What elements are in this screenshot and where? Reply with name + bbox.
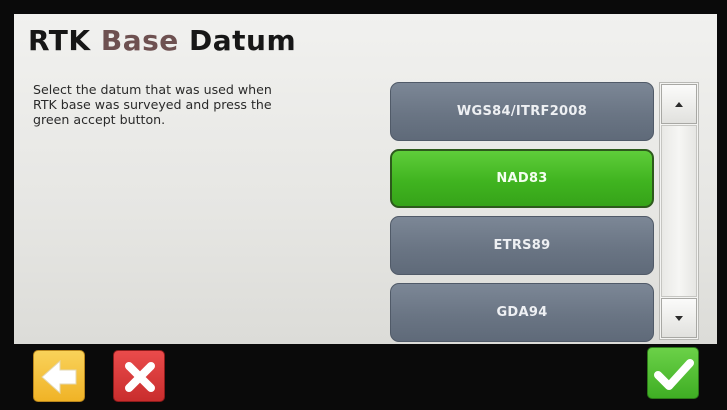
datum-list-scrollbar[interactable] xyxy=(659,82,699,340)
scroll-track[interactable] xyxy=(661,125,697,297)
page-title: RTK Base Datum xyxy=(28,24,296,57)
scroll-down-button[interactable] xyxy=(661,298,697,338)
page-title-word-datum: Datum xyxy=(189,24,297,57)
datum-option-wgs84-itrf2008[interactable]: WGS84/ITRF2008 xyxy=(390,82,654,141)
scroll-up-arrow-icon xyxy=(675,101,683,107)
datum-list: WGS84/ITRF2008 NAD83 ETRS89 GDA94 xyxy=(390,80,656,344)
instruction-line: RTK base was surveyed and press the xyxy=(33,97,272,112)
datum-option-nad83[interactable]: NAD83 xyxy=(390,149,654,208)
page-title-word-rtk: RTK xyxy=(28,24,91,57)
instruction-line: green accept button. xyxy=(33,112,166,127)
arrow-left-icon xyxy=(41,359,77,395)
datum-option-etrs89[interactable]: ETRS89 xyxy=(390,216,654,275)
back-button[interactable] xyxy=(33,350,85,402)
datum-screen: RTK Base Datum Select the datum that was… xyxy=(14,14,717,344)
instruction-line: Select the datum that was used when xyxy=(33,82,272,97)
page-title-word-base: Base xyxy=(100,24,179,57)
scroll-down-arrow-icon xyxy=(675,315,683,321)
x-icon xyxy=(125,362,155,392)
checkmark-icon xyxy=(654,359,694,390)
instruction-text: Select the datum that was used when RTK … xyxy=(33,82,353,127)
datum-option-gda94[interactable]: GDA94 xyxy=(390,283,654,342)
accept-button[interactable] xyxy=(647,347,699,399)
scroll-up-button[interactable] xyxy=(661,84,697,124)
cancel-button[interactable] xyxy=(113,350,165,402)
